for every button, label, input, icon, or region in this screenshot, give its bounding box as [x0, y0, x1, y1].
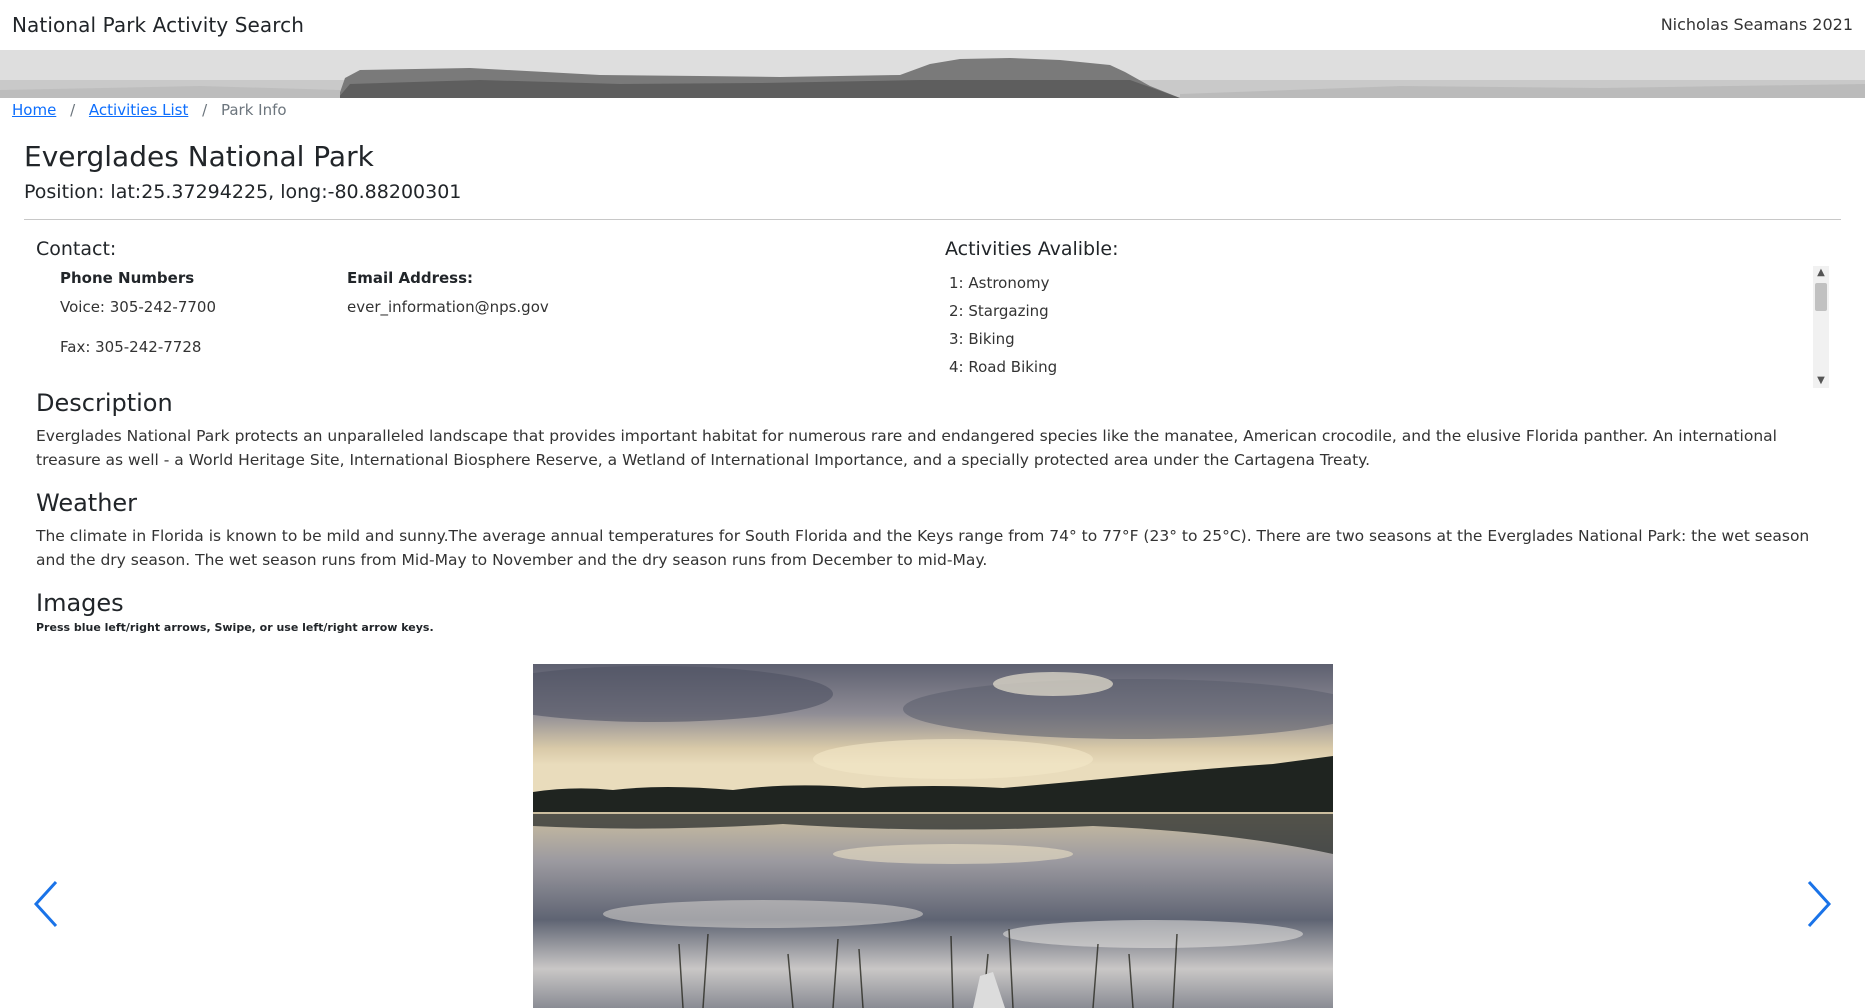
breadcrumb: Home / Activities List / Park Info: [12, 101, 287, 119]
chevron-right-icon: [1807, 880, 1832, 928]
divider: [24, 219, 1841, 220]
park-title: Everglades National Park: [24, 140, 374, 173]
phone-numbers-heading: Phone Numbers: [60, 269, 195, 287]
activities-heading: Activities Avalible:: [945, 238, 1119, 260]
activities-list[interactable]: 1: Astronomy 2: Stargazing 3: Biking 4: …: [944, 266, 1829, 388]
carousel-prev-button[interactable]: [28, 878, 68, 930]
park-position: Position: lat:25.37294225, long:-80.8820…: [24, 181, 462, 203]
scroll-thumb[interactable]: [1815, 283, 1827, 311]
breadcrumb-activities-link[interactable]: Activities List: [89, 101, 188, 119]
description-heading: Description: [36, 389, 173, 417]
phone-fax: Fax: 305-242-7728: [60, 338, 202, 356]
list-item: 2: Stargazing: [949, 302, 1049, 320]
images-heading: Images: [36, 589, 124, 617]
contact-heading: Contact:: [36, 238, 117, 260]
breadcrumb-current: Park Info: [220, 101, 287, 119]
scroll-down-arrow-icon[interactable]: ▼: [1813, 374, 1829, 388]
breadcrumb-home-link[interactable]: Home: [12, 101, 56, 119]
breadcrumb-separator: /: [70, 101, 76, 119]
email-heading: Email Address:: [347, 269, 474, 287]
weather-heading: Weather: [36, 489, 138, 517]
top-navbar: National Park Activity Search Nicholas S…: [0, 0, 1865, 50]
activities-scrollbar[interactable]: ▲ ▼: [1813, 266, 1829, 388]
list-item: 4: Road Biking: [949, 358, 1058, 376]
description-text: Everglades National Park protects an unp…: [36, 427, 1777, 469]
list-item: 1: Astronomy: [949, 274, 1050, 292]
chevron-left-icon: [33, 880, 58, 928]
site-title[interactable]: National Park Activity Search: [12, 13, 304, 37]
list-item: 3: Biking: [949, 330, 1015, 348]
breadcrumb-separator: /: [202, 101, 208, 119]
banner-image: [0, 50, 1865, 98]
carousel-hint: Press blue left/right arrows, Swipe, or …: [36, 621, 434, 634]
email-address: ever_information@nps.gov: [347, 298, 549, 316]
carousel-next-button[interactable]: [1797, 878, 1837, 930]
weather-text: The climate in Florida is known to be mi…: [36, 527, 1810, 569]
carousel-image[interactable]: [533, 664, 1333, 1008]
scroll-up-arrow-icon[interactable]: ▲: [1813, 266, 1829, 280]
author-credit: Nicholas Seamans 2021: [1660, 15, 1853, 34]
phone-voice: Voice: 305-242-7700: [60, 298, 216, 316]
